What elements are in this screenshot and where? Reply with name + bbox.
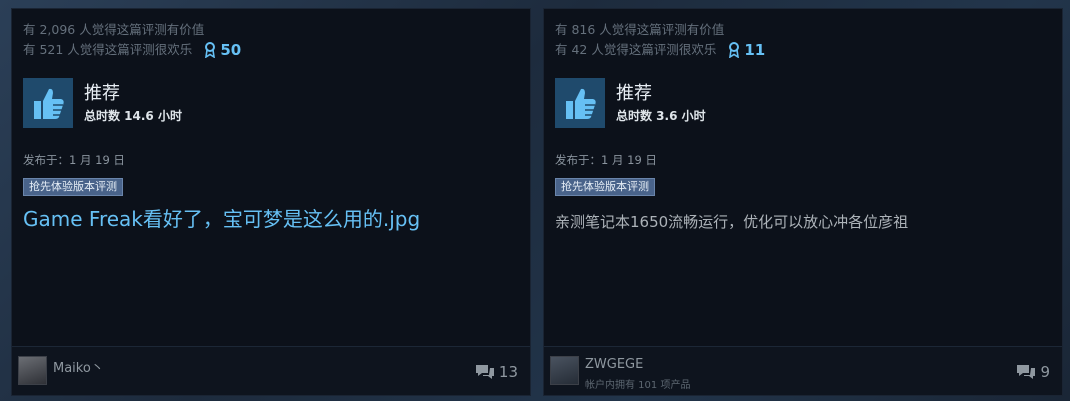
funny-count-text: 有 521 人觉得这篇评测很欢乐 — [23, 42, 193, 57]
playtime-hours: 总时数 3.6 小时 — [616, 108, 706, 123]
review-footer: Maiko丶 13 — [12, 346, 530, 395]
comment-bubble-icon — [475, 365, 494, 379]
avatar[interactable] — [550, 356, 579, 385]
early-access-badge: 抢先体验版本评测 — [555, 178, 655, 196]
helpful-count-text: 有 2,096 人觉得这篇评测有价值 — [23, 22, 205, 37]
award-button[interactable]: 50 — [204, 40, 241, 60]
products-owned: 帐户内拥有 101 项产品 — [585, 380, 691, 391]
posted-date: 发布于：1 月 19 日 — [555, 153, 657, 167]
review-card: 有 816 人觉得这篇评测有价值 有 42 人觉得这篇评测很欢乐 11 推荐 总… — [543, 8, 1063, 396]
author-name[interactable]: Maiko丶 — [53, 357, 104, 376]
posted-date: 发布于：1 月 19 日 — [23, 153, 125, 167]
helpful-count-text: 有 816 人觉得这篇评测有价值 — [555, 22, 725, 37]
award-count: 50 — [220, 41, 242, 59]
recommendation-label: 推荐 — [84, 82, 120, 104]
review-footer: ZWGEGE 帐户内拥有 101 项产品 9 — [544, 346, 1062, 395]
award-button[interactable]: 11 — [728, 40, 765, 60]
recommendation-label: 推荐 — [616, 82, 652, 104]
recommendation-header[interactable]: 推荐 总时数 14.6 小时 — [23, 78, 182, 128]
avatar[interactable] — [18, 356, 47, 385]
review-card: 有 2,096 人觉得这篇评测有价值 有 521 人觉得这篇评测很欢乐 50 推… — [11, 8, 531, 396]
funny-count-text: 有 42 人觉得这篇评测很欢乐 — [555, 42, 717, 57]
comment-count-button[interactable]: 13 — [475, 363, 518, 381]
award-ribbon-icon — [729, 42, 740, 58]
review-votes: 有 2,096 人觉得这篇评测有价值 有 521 人觉得这篇评测很欢乐 50 — [23, 20, 241, 60]
author-name[interactable]: ZWGEGE — [585, 357, 643, 372]
recommendation-header[interactable]: 推荐 总时数 3.6 小时 — [555, 78, 706, 128]
review-votes: 有 816 人觉得这篇评测有价值 有 42 人觉得这篇评测很欢乐 11 — [555, 20, 765, 60]
playtime-hours: 总时数 14.6 小时 — [84, 108, 182, 123]
thumbs-up-icon — [23, 78, 73, 128]
review-content[interactable]: 亲测笔记本1650流畅运行，优化可以放心冲各位彦祖 — [555, 208, 908, 236]
award-ribbon-icon — [205, 42, 216, 58]
comment-count: 9 — [1040, 363, 1050, 381]
comment-bubble-icon — [1017, 365, 1036, 379]
thumbs-up-icon — [555, 78, 605, 128]
review-content[interactable]: Game Freak看好了，宝可梦是这么用的.jpg — [23, 205, 420, 233]
comment-count-button[interactable]: 9 — [1016, 363, 1050, 381]
comment-count: 13 — [498, 363, 518, 381]
early-access-badge: 抢先体验版本评测 — [23, 178, 123, 196]
award-count: 11 — [744, 41, 766, 59]
